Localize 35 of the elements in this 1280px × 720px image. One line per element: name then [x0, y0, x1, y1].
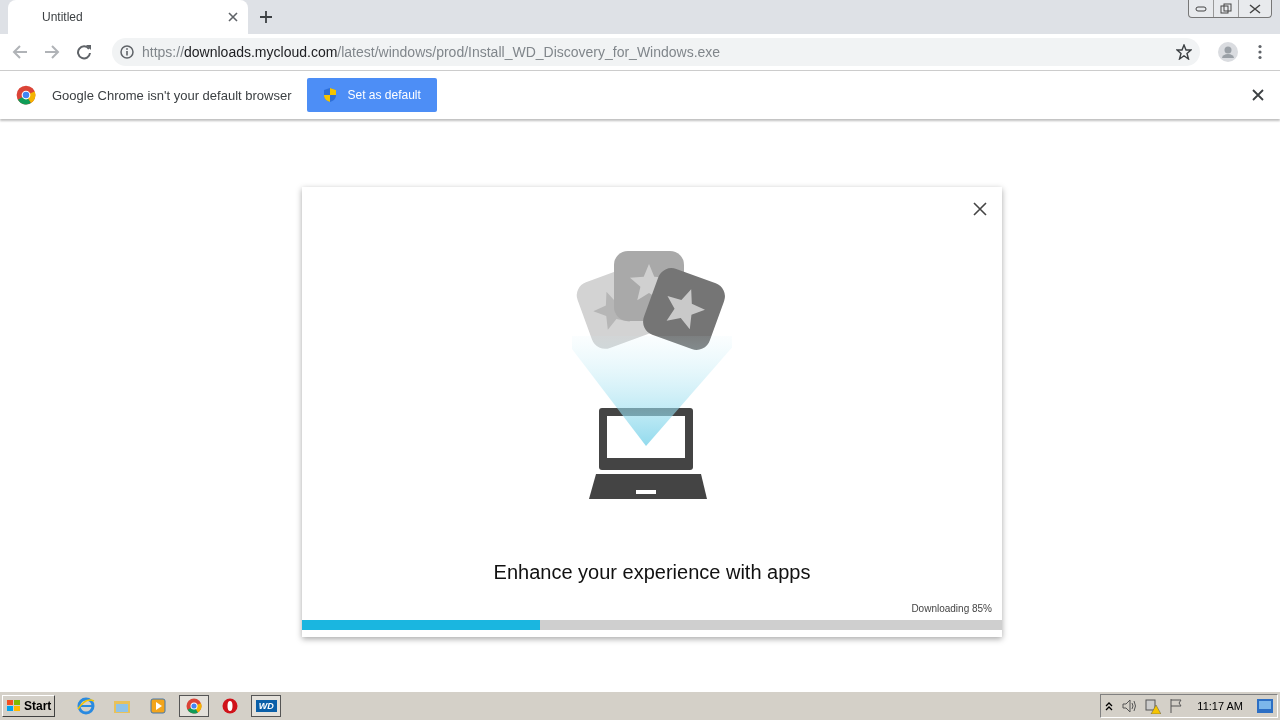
flag-icon[interactable]	[1169, 698, 1184, 714]
chevron-up-icon[interactable]	[1105, 701, 1114, 711]
restore-icon	[1220, 2, 1232, 15]
info-icon[interactable]	[120, 45, 134, 59]
windows-logo-icon	[6, 699, 22, 713]
address-bar[interactable]: https://downloads.mycloud.com/latest/windows/prod/Install_WD_Discovery_for_Windows.exe	[112, 38, 1200, 66]
browser-tab[interactable]: Untitled	[8, 0, 248, 34]
shield-icon	[323, 87, 338, 103]
media-player-icon	[150, 698, 167, 714]
close-icon	[1249, 3, 1261, 14]
close-icon[interactable]	[228, 12, 238, 22]
chrome-icon	[186, 698, 203, 714]
close-icon[interactable]	[1252, 89, 1264, 101]
start-button[interactable]: Start	[2, 695, 56, 717]
plus-icon[interactable]	[259, 10, 273, 24]
url-text: https://downloads.mycloud.com/latest/windows/prod/Install_WD_Discovery_for_Windows.exe	[142, 44, 722, 60]
avatar-icon[interactable]	[1218, 42, 1238, 62]
minimize-icon	[1195, 5, 1207, 12]
download-status: Downloading 85%	[911, 603, 992, 614]
clock[interactable]: 11:17 AM	[1197, 700, 1243, 712]
folder-icon	[113, 698, 132, 714]
taskbar-app-button[interactable]	[179, 695, 210, 717]
tab-title: Untitled	[42, 10, 84, 24]
star-outline-icon[interactable]	[1176, 44, 1192, 60]
app-logo: WD	[255, 700, 277, 712]
dialog-heading: Enhance your experience with apps	[493, 561, 811, 584]
chrome-icon	[16, 85, 36, 105]
taskbar-app-button[interactable]: WD	[251, 695, 282, 717]
browser-e-icon	[77, 697, 96, 715]
infobar-message: Google Chrome isn't your default browser	[52, 87, 292, 103]
reload-icon[interactable]	[76, 44, 92, 60]
close-icon[interactable]	[972, 201, 988, 217]
speaker-icon[interactable]	[1121, 699, 1138, 713]
opera-icon	[222, 698, 239, 714]
menu-icon[interactable]	[1258, 44, 1262, 60]
